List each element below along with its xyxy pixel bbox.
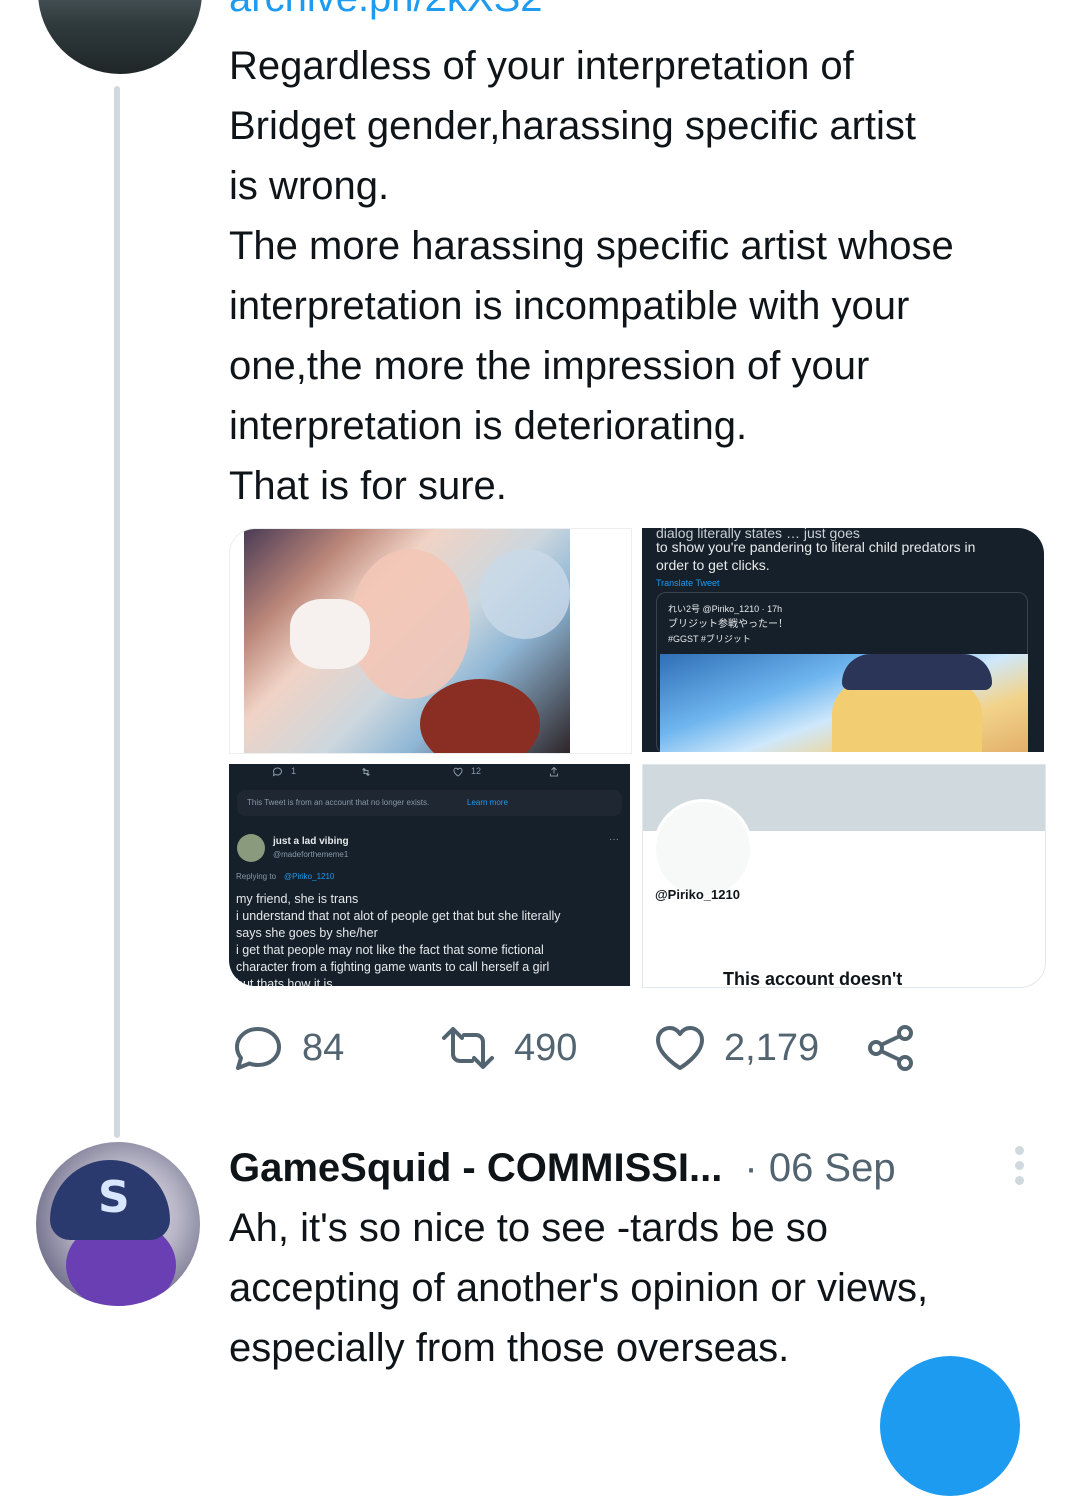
author-name[interactable]: GameSquid - COMMISSI...	[229, 1146, 722, 1191]
avatar[interactable]	[38, 0, 202, 74]
replying-label: Replying to	[236, 872, 277, 881]
like-count: 2,179	[724, 1026, 820, 1069]
screenshot-text: order to get clicks.	[656, 557, 770, 573]
tweet-line: interpretation is incompatible with your	[229, 284, 910, 328]
quote-hashtags: #GGST #ブリジット	[668, 634, 751, 644]
reply-icon	[272, 767, 282, 777]
artwork-detail	[290, 599, 370, 669]
media-image-screenshot-tweet[interactable]: dialog literally states … just goes to s…	[642, 528, 1044, 752]
reply-line: i get that people may not like the fact …	[236, 943, 544, 957]
heart-icon	[453, 767, 463, 777]
thread-connector-line	[114, 86, 120, 1138]
retweet-icon	[442, 1027, 494, 1069]
share-button[interactable]	[866, 1020, 934, 1076]
notice-text: This Tweet is from an account that no lo…	[247, 798, 430, 807]
retweet-count: 490	[514, 1026, 578, 1069]
reply-line: says she goes by she/her	[236, 926, 378, 940]
tweet-body: Regardless of your interpretation of Bri…	[229, 36, 1059, 516]
tweet-line: Regardless of your interpretation of	[229, 44, 854, 88]
tweet-line: one,the more the impression of your	[229, 344, 870, 388]
account-missing-message: This account doesn't	[723, 969, 903, 988]
avatar	[653, 799, 753, 899]
reply-line: i understand that not alot of people get…	[236, 909, 561, 923]
share-icon	[550, 766, 558, 777]
media-image-artwork[interactable]	[229, 528, 632, 754]
like-button[interactable]: 2,179	[654, 1020, 819, 1076]
retweet-icon	[362, 767, 370, 777]
tweet-line: Bridget gender,harassing specific artist	[229, 104, 917, 148]
archive-link[interactable]: archive.ph/2kXS2	[229, 0, 543, 22]
media-image-profile-screenshot[interactable]: @Piriko_1210 This account doesn't	[642, 764, 1046, 988]
like-count: 12	[471, 766, 482, 776]
reply-count: 1	[291, 766, 297, 776]
tweet-header: GameSquid - COMMISSI... · 06 Sep	[229, 1140, 896, 1196]
tweet-line: interpretation is deteriorating.	[229, 404, 748, 448]
user-name: just a lad vibing	[273, 836, 349, 847]
avatar[interactable]: S	[36, 1142, 200, 1306]
reply-line: but thats how it is	[236, 977, 333, 986]
replying-handle: @Piriko_1210	[284, 872, 335, 881]
tweet-line: accepting of another's opinion or views,	[229, 1266, 929, 1310]
tweet-date[interactable]: · 06 Sep	[744, 1146, 895, 1191]
learn-more-link: Learn more	[467, 798, 508, 807]
reply-count: 84	[302, 1026, 345, 1069]
artwork-detail	[842, 654, 992, 690]
tweet-line: Ah, it's so nice to see -tards be so	[229, 1206, 829, 1250]
artwork-detail	[480, 549, 570, 639]
media-image-screenshot-reply[interactable]: 1 12 This Tweet is from an account that …	[229, 764, 630, 986]
retweet-button[interactable]: 490	[440, 1020, 577, 1076]
reply-button[interactable]: 84	[232, 1020, 344, 1076]
tweet-line: The more harassing specific artist whose	[229, 224, 954, 268]
share-icon	[868, 1025, 913, 1071]
translate-link: Translate Tweet	[656, 578, 720, 588]
reply-icon	[235, 1027, 281, 1070]
compose-tweet-button[interactable]	[880, 1356, 1020, 1496]
profile-handle: @Piriko_1210	[655, 887, 740, 902]
user-handle: @madeforthememe1	[273, 850, 349, 859]
tweet-line: is wrong.	[229, 164, 390, 208]
more-icon: ···	[609, 834, 619, 845]
avatar-detail: S	[98, 1172, 130, 1223]
screenshot-text: to show you're pandering to literal chil…	[656, 539, 976, 555]
reply-line: character from a fighting game wants to …	[236, 960, 550, 974]
heart-icon	[656, 1026, 704, 1070]
tweet-line: That is for sure.	[229, 464, 507, 508]
more-options-icon[interactable]	[1010, 1146, 1028, 1186]
tweet-body: Ah, it's so nice to see -tards be so acc…	[229, 1198, 1059, 1378]
reply-line: my friend, she is trans	[236, 892, 359, 906]
avatar	[237, 834, 265, 862]
